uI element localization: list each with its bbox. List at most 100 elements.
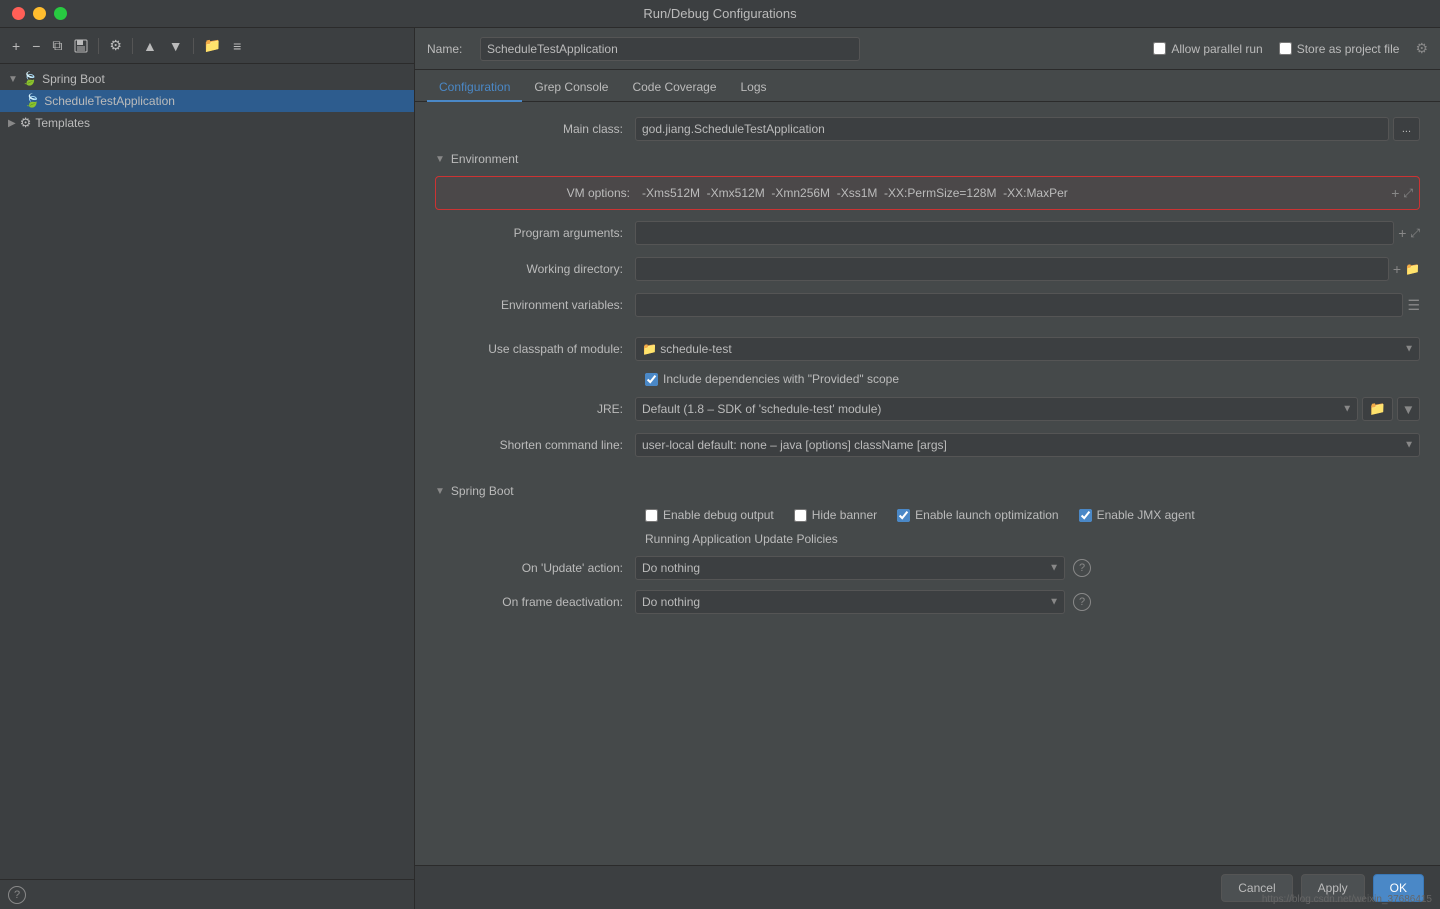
main-class-row: Main class: ... (435, 116, 1420, 142)
main-class-browse-button[interactable]: ... (1393, 117, 1420, 141)
spring-boot-section-header[interactable]: ▼ Spring Boot (435, 484, 1420, 498)
jre-select-wrapper: Default (1.8 – SDK of 'schedule-test' mo… (635, 397, 1420, 421)
enable-debug-check[interactable] (645, 509, 658, 522)
on-frame-label: On frame deactivation: (435, 595, 635, 609)
store-as-project-checkbox[interactable]: Store as project file (1279, 42, 1400, 56)
minimize-button[interactable] (33, 7, 46, 20)
store-as-project-label: Store as project file (1297, 42, 1400, 56)
program-args-expand-button[interactable]: ⤢ (1410, 221, 1420, 245)
jre-select[interactable]: Default (1.8 – SDK of 'schedule-test' mo… (635, 397, 1358, 421)
main-class-input[interactable] (635, 117, 1389, 141)
on-update-help-button[interactable]: ? (1073, 559, 1091, 577)
watermark: https://blog.csdn.net/weixin_37686415 (1262, 894, 1432, 905)
store-as-project-check[interactable] (1279, 42, 1292, 55)
working-dir-browse-button[interactable]: 📁 (1405, 257, 1420, 281)
tree-item-label: Templates (35, 116, 90, 130)
hide-banner-checkbox[interactable]: Hide banner (794, 508, 877, 522)
tab-configuration[interactable]: Configuration (427, 74, 522, 102)
enable-launch-label: Enable launch optimization (915, 508, 1058, 522)
window-title: Run/Debug Configurations (643, 6, 796, 21)
program-args-label: Program arguments: (435, 226, 635, 240)
right-panel: Name: Allow parallel run Store as projec… (415, 28, 1440, 909)
working-dir-add-button[interactable]: + (1393, 257, 1401, 281)
separator-1 (98, 38, 99, 54)
enable-jmx-label: Enable JMX agent (1097, 508, 1195, 522)
sort-button[interactable]: ≡ (229, 36, 245, 56)
working-dir-row: Working directory: + 📁 (435, 256, 1420, 282)
working-dir-input[interactable] (635, 257, 1389, 281)
tree-item-schedule-app[interactable]: 🍃 ScheduleTestApplication (0, 90, 414, 112)
folder-button[interactable]: 📁 (200, 35, 225, 56)
environment-chevron-icon: ▼ (435, 154, 445, 165)
include-deps-check[interactable] (645, 373, 658, 386)
on-update-select[interactable]: Do nothing Update classes and resources … (635, 556, 1065, 580)
remove-button[interactable]: − (28, 36, 44, 56)
update-policies-label: Running Application Update Policies (435, 532, 1420, 546)
jre-browse-button[interactable]: 📁 (1362, 397, 1393, 421)
copy-button[interactable]: ⧉ (48, 35, 66, 56)
spring-boot-chevron-icon: ▼ (435, 486, 445, 497)
close-button[interactable] (12, 7, 25, 20)
main-class-control: ... (635, 117, 1420, 141)
separator-3 (193, 38, 194, 54)
chevron-right-icon: ▶ (8, 118, 16, 129)
vm-options-add-button[interactable]: + (1391, 185, 1399, 201)
left-bottom-bar: ? (0, 879, 414, 909)
include-deps-checkbox[interactable]: Include dependencies with "Provided" sco… (645, 372, 899, 386)
save-button[interactable] (70, 37, 92, 55)
env-vars-row: Environment variables: ☰ (435, 292, 1420, 318)
allow-parallel-check[interactable] (1153, 42, 1166, 55)
spring-boot-icon: 🍃 (22, 71, 38, 87)
allow-parallel-label: Allow parallel run (1171, 42, 1262, 56)
classpath-select-wrapper: 📁 schedule-test ▼ (635, 337, 1420, 361)
settings-gear-icon[interactable]: ⚙ (1415, 40, 1428, 57)
on-frame-select-wrapper: Do nothing Update classes and resources … (635, 590, 1065, 614)
up-button[interactable]: ▲ (139, 36, 161, 56)
classpath-select[interactable]: 📁 schedule-test (635, 337, 1420, 361)
shorten-cmd-label: Shorten command line: (435, 438, 635, 452)
include-deps-row: Include dependencies with "Provided" sco… (435, 372, 1420, 386)
environment-section-header[interactable]: ▼ Environment (435, 152, 1420, 166)
tree-item-templates[interactable]: ▶ ⚙ Templates (0, 112, 414, 134)
tab-logs[interactable]: Logs (729, 74, 779, 102)
working-dir-control: + 📁 (635, 257, 1420, 281)
main-class-label: Main class: (435, 122, 635, 136)
enable-jmx-check[interactable] (1079, 509, 1092, 522)
on-frame-row: On frame deactivation: Do nothing Update… (435, 590, 1420, 614)
hide-banner-check[interactable] (794, 509, 807, 522)
settings-button[interactable]: ⚙ (105, 35, 126, 56)
add-button[interactable]: + (8, 36, 24, 56)
help-button[interactable]: ? (8, 886, 26, 904)
classpath-row: Use classpath of module: 📁 schedule-test… (435, 336, 1420, 362)
tab-code-coverage[interactable]: Code Coverage (620, 74, 728, 102)
down-button[interactable]: ▼ (165, 36, 187, 56)
schedule-app-icon: 🍃 (24, 93, 40, 109)
spring-boot-section: ▼ Spring Boot Enable debug output Hide b… (435, 484, 1420, 614)
on-frame-select[interactable]: Do nothing Update classes and resources … (635, 590, 1065, 614)
tabs-bar: Configuration Grep Console Code Coverage… (415, 70, 1440, 102)
vm-options-row: VM options: + ⤢ (435, 176, 1420, 210)
vm-options-expand-button[interactable]: ⤢ (1403, 185, 1413, 201)
shorten-cmd-wrapper: user-local default: none – java [options… (635, 433, 1420, 457)
tree-item-spring-boot[interactable]: ▼ 🍃 Spring Boot (0, 68, 414, 90)
jre-dropdown-button[interactable]: ▼ (1397, 397, 1420, 421)
env-vars-browse-button[interactable]: ☰ (1407, 293, 1420, 317)
program-args-input[interactable] (635, 221, 1394, 245)
shorten-cmd-select[interactable]: user-local default: none – java [options… (635, 433, 1420, 457)
jre-label: JRE: (435, 402, 635, 416)
env-vars-label: Environment variables: (435, 298, 635, 312)
on-frame-help-button[interactable]: ? (1073, 593, 1091, 611)
enable-jmx-checkbox[interactable]: Enable JMX agent (1079, 508, 1195, 522)
allow-parallel-checkbox[interactable]: Allow parallel run (1153, 42, 1262, 56)
enable-launch-checkbox[interactable]: Enable launch optimization (897, 508, 1058, 522)
tab-grep-console[interactable]: Grep Console (522, 74, 620, 102)
enable-launch-check[interactable] (897, 509, 910, 522)
maximize-button[interactable] (54, 7, 67, 20)
environment-label: Environment (451, 152, 518, 166)
enable-debug-checkbox[interactable]: Enable debug output (645, 508, 774, 522)
program-args-add-button[interactable]: + (1398, 221, 1406, 245)
name-input[interactable] (480, 37, 860, 61)
name-bar: Name: Allow parallel run Store as projec… (415, 28, 1440, 70)
env-vars-input[interactable] (635, 293, 1403, 317)
vm-options-input[interactable] (642, 181, 1391, 205)
